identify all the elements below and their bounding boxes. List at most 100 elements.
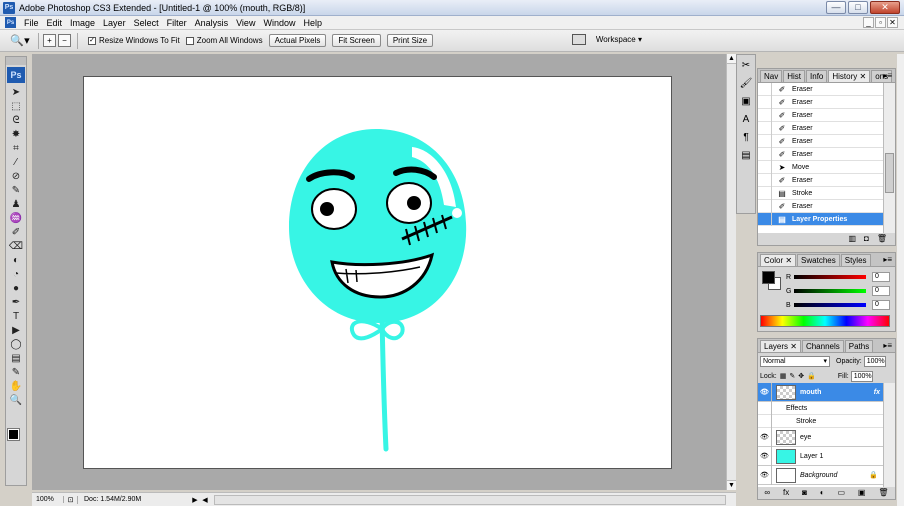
palette-well-icon[interactable]	[571, 34, 586, 45]
history-source-checkbox[interactable]	[758, 121, 772, 135]
panel-menu-icon[interactable]: ▸≡	[883, 255, 892, 264]
history-source-checkbox[interactable]	[758, 199, 772, 213]
hand-tool-icon[interactable]: ✋	[7, 380, 25, 393]
eraser-tool-icon[interactable]: ✐	[7, 226, 25, 239]
menu-filter[interactable]: Filter	[163, 18, 191, 28]
character-icon[interactable]: A	[738, 113, 754, 127]
menu-view[interactable]: View	[232, 18, 259, 28]
foreground-color-swatch[interactable]	[762, 271, 775, 284]
list-item[interactable]: ✐ Eraser	[758, 134, 884, 148]
lasso-tool-icon[interactable]: ᘓ	[7, 114, 25, 127]
burn-tool-icon[interactable]: ●	[7, 282, 25, 295]
lock-all-icon[interactable]: 🔒	[807, 372, 816, 380]
pen-tool-icon[interactable]: ✒	[7, 296, 25, 309]
layer-row-layer-1[interactable]: 👁 Layer 1	[758, 446, 884, 466]
zoom-level[interactable]: 100%	[32, 496, 64, 503]
lock-image-icon[interactable]: ✎	[789, 372, 795, 380]
scroll-down-arrow-icon[interactable]: ▼	[727, 480, 736, 490]
panel-menu-icon[interactable]: ▸≡	[883, 71, 892, 80]
notes-tool-icon[interactable]: ▤	[7, 352, 25, 365]
foreground-color-swatch[interactable]	[8, 429, 19, 440]
layer-effects-row[interactable]: Effects	[758, 401, 884, 415]
red-value-input[interactable]: 0	[872, 272, 890, 282]
tools-panel-grip[interactable]	[6, 57, 26, 65]
adjustment-layer-icon[interactable]: ◐	[820, 488, 825, 497]
paragraph-icon[interactable]: ¶	[738, 131, 754, 145]
menu-window[interactable]: Window	[259, 18, 299, 28]
zoom-out-icon[interactable]: −	[58, 34, 71, 47]
actual-pixels-button[interactable]: Actual Pixels	[268, 34, 327, 47]
new-document-from-state-icon[interactable]: ▥	[848, 234, 856, 243]
new-layer-icon[interactable]: ▣	[858, 488, 866, 497]
tab-channels[interactable]: Channels	[801, 340, 844, 352]
menu-help[interactable]: Help	[299, 18, 326, 28]
trash-icon[interactable]: 🗑	[877, 234, 887, 243]
photoshop-logo[interactable]: Ps	[7, 67, 25, 83]
history-scrollbar[interactable]	[883, 83, 895, 233]
menu-image[interactable]: Image	[66, 18, 99, 28]
eye-icon[interactable]: 👁	[758, 383, 772, 402]
magic-wand-tool-icon[interactable]: ✸	[7, 128, 25, 141]
tab-histogram[interactable]: Hist	[783, 70, 806, 82]
eye-icon[interactable]	[758, 414, 772, 428]
list-item[interactable]: ✐ Eraser	[758, 199, 884, 213]
clone-stamp-tool-icon[interactable]: ♟	[7, 198, 25, 211]
list-item[interactable]: ✐ Eraser	[758, 83, 884, 96]
blue-value-input[interactable]: 0	[872, 300, 890, 310]
opacity-input[interactable]: 100%	[863, 355, 886, 367]
panel-menu-icon[interactable]: ▸≡	[883, 341, 892, 350]
tab-info[interactable]: Info	[806, 70, 828, 82]
brush-tool-icon[interactable]: ✎	[7, 184, 25, 197]
eye-icon[interactable]	[758, 401, 772, 415]
eye-icon[interactable]: 👁	[758, 465, 772, 485]
zoom-in-icon[interactable]: +	[43, 34, 56, 47]
list-item-selected[interactable]: ▤ Layer Properties	[758, 212, 884, 226]
path-selection-tool-icon[interactable]: ▶	[7, 324, 25, 337]
lock-transparency-icon[interactable]: ▦	[780, 372, 787, 380]
history-source-checkbox[interactable]	[758, 173, 772, 187]
eye-icon[interactable]: 👁	[758, 446, 772, 466]
list-item[interactable]: ✐ Eraser	[758, 108, 884, 122]
add-mask-icon[interactable]: ◙	[802, 488, 807, 497]
list-item[interactable]: ➤ Move	[758, 160, 884, 174]
healing-brush-tool-icon[interactable]: ⊘	[7, 170, 25, 183]
list-item[interactable]: ▤ Stroke	[758, 186, 884, 200]
layer-row-eye[interactable]: 👁 eye	[758, 427, 884, 447]
green-slider[interactable]	[794, 289, 866, 293]
tools-presets-icon[interactable]: ✂	[738, 59, 754, 73]
layers-scrollbar[interactable]	[883, 383, 895, 487]
link-layers-icon[interactable]: ∞	[764, 488, 770, 497]
layer-stroke-effect-row[interactable]: Stroke	[758, 414, 884, 428]
close-button[interactable]: ✕	[870, 1, 900, 14]
list-item[interactable]: ✐ Eraser	[758, 173, 884, 187]
color-spectrum-ramp[interactable]	[760, 315, 890, 327]
brushes-icon[interactable]: 🖌	[738, 77, 754, 91]
gradient-tool-icon[interactable]: ⌫	[7, 240, 25, 253]
history-source-checkbox[interactable]	[758, 160, 772, 174]
zoom-tool-icon[interactable]: 🔍▾	[6, 34, 34, 47]
zoom-all-windows-checkbox[interactable]: Zoom All Windows	[185, 36, 263, 45]
green-value-input[interactable]: 0	[872, 286, 890, 296]
history-source-checkbox[interactable]	[758, 186, 772, 200]
status-menu-arrow-icon[interactable]: ▶	[190, 496, 200, 504]
layer-row-background[interactable]: 👁 Background 🔒	[758, 465, 884, 485]
maximize-button[interactable]: □	[848, 1, 868, 14]
list-item[interactable]: ✐ Eraser	[758, 147, 884, 161]
crop-tool-icon[interactable]: ⌗	[7, 142, 25, 155]
scroll-left-arrow-icon[interactable]: ◀	[200, 496, 210, 504]
new-group-icon[interactable]: ▭	[837, 488, 845, 497]
list-item[interactable]: ✐ Eraser	[758, 121, 884, 135]
new-snapshot-icon[interactable]: ◘	[864, 234, 869, 243]
status-info-icon[interactable]: ⊡	[64, 495, 78, 504]
layer-row-mouth[interactable]: 👁 mouth fx	[758, 383, 884, 402]
move-tool-icon[interactable]: ➤	[7, 86, 25, 99]
fx-icon[interactable]: fx	[874, 389, 880, 396]
slice-tool-icon[interactable]: ⁄	[7, 156, 25, 169]
canvas[interactable]	[83, 76, 672, 469]
history-source-checkbox[interactable]	[758, 134, 772, 148]
workspace-menu[interactable]: Workspace ▾	[571, 34, 642, 45]
red-slider[interactable]	[794, 275, 866, 279]
dodge-tool-icon[interactable]: ◔	[7, 268, 25, 281]
scrollbar-thumb[interactable]	[885, 153, 894, 193]
menu-select[interactable]: Select	[130, 18, 163, 28]
